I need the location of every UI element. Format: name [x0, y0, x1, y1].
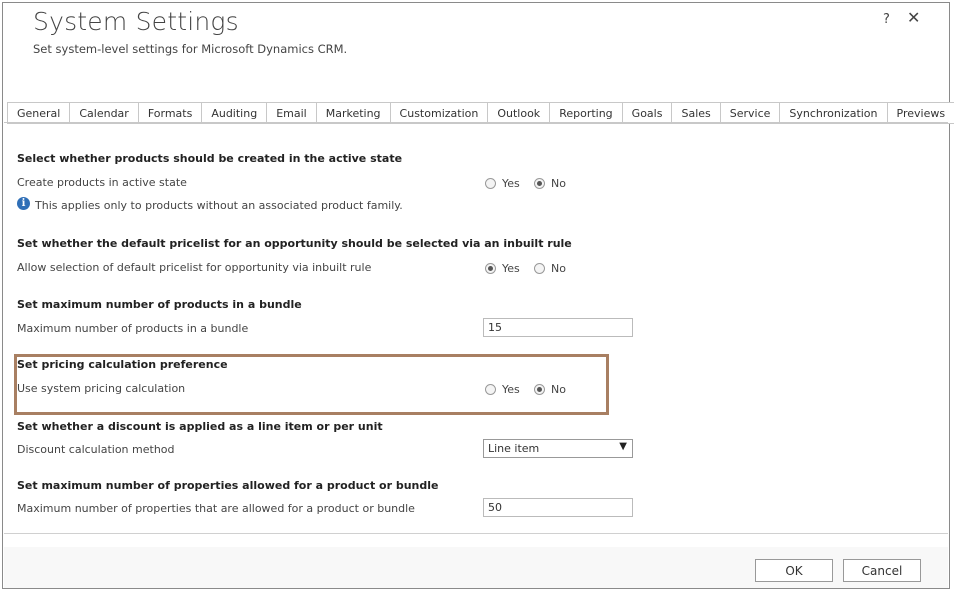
radio-label: Yes [502, 262, 520, 275]
pricing-calc-label: Use system pricing calculation [17, 382, 186, 395]
dialog-title: System Settings [33, 7, 239, 36]
ok-button[interactable]: OK [755, 559, 833, 582]
properties-max-heading: Set maximum number of properties allowed… [17, 479, 439, 492]
cancel-button[interactable]: Cancel [843, 559, 921, 582]
footer-divider [4, 533, 948, 534]
tab-sales[interactable]: Sales [671, 102, 720, 123]
info-icon: i [17, 196, 30, 210]
radio-unselected-icon [485, 178, 496, 189]
tab-formats[interactable]: Formats [137, 102, 202, 123]
active-state-label: Create products in active state [17, 176, 187, 189]
radio-selected-icon [534, 384, 545, 395]
tab-synchronization[interactable]: Synchronization [779, 102, 887, 123]
tab-reporting[interactable]: Reporting [549, 102, 622, 123]
radio-label: No [551, 383, 566, 396]
pricing-calc-yes-radio[interactable]: Yes [485, 383, 520, 396]
radio-unselected-icon [485, 384, 496, 395]
active-state-yes-radio[interactable]: Yes [485, 177, 520, 190]
radio-label: No [551, 177, 566, 190]
pricing-calc-heading: Set pricing calculation preference [17, 358, 228, 371]
properties-max-label: Maximum number of properties that are al… [17, 502, 415, 515]
bundle-max-label: Maximum number of products in a bundle [17, 322, 249, 335]
tab-previews[interactable]: Previews [886, 102, 954, 123]
close-icon[interactable]: ✕ [907, 8, 920, 27]
discount-label: Discount calculation method [17, 443, 175, 456]
info-text: This applies only to products without an… [35, 199, 403, 212]
tab-general[interactable]: General [7, 102, 70, 123]
tab-service[interactable]: Service [719, 102, 780, 123]
active-state-no-radio[interactable]: No [534, 177, 566, 190]
system-settings-dialog: System Settings Set system-level setting… [2, 2, 954, 589]
tab-email[interactable]: Email [266, 102, 316, 123]
tabs-divider [4, 122, 948, 123]
radio-label: No [551, 262, 566, 275]
tab-outlook[interactable]: Outlook [487, 102, 550, 123]
default-pricelist-no-radio[interactable]: No [534, 262, 566, 275]
default-pricelist-label: Allow selection of default pricelist for… [17, 261, 372, 274]
pricing-calc-no-radio[interactable]: No [534, 383, 566, 396]
tab-auditing[interactable]: Auditing [201, 102, 267, 123]
settings-tabs: General Calendar Formats Auditing Email … [7, 102, 954, 124]
properties-max-input[interactable]: 50 [483, 498, 633, 517]
radio-selected-icon [534, 178, 545, 189]
dropdown-arrow-icon: ▼ [619, 441, 627, 452]
default-pricelist-heading: Set whether the default pricelist for an… [17, 237, 572, 250]
default-pricelist-yes-radio[interactable]: Yes [485, 262, 520, 275]
bundle-max-heading: Set maximum number of products in a bund… [17, 298, 302, 311]
help-button[interactable]: ? [883, 12, 890, 27]
tab-marketing[interactable]: Marketing [315, 102, 390, 123]
dialog-subtitle: Set system-level settings for Microsoft … [33, 42, 348, 56]
radio-selected-icon [485, 263, 496, 274]
active-state-heading: Select whether products should be create… [17, 152, 403, 165]
radio-unselected-icon [534, 263, 545, 274]
tab-calendar[interactable]: Calendar [69, 102, 138, 123]
discount-method-select[interactable]: Line item ▼ [483, 439, 633, 458]
radio-label: Yes [502, 177, 520, 190]
discount-method-value: Line item [488, 442, 540, 455]
tab-customization[interactable]: Customization [389, 102, 488, 123]
discount-heading: Set whether a discount is applied as a l… [17, 420, 383, 433]
tab-goals[interactable]: Goals [621, 102, 672, 123]
active-state-info: i This applies only to products without … [17, 196, 403, 212]
bundle-max-input[interactable]: 15 [483, 318, 633, 337]
radio-label: Yes [502, 383, 520, 396]
